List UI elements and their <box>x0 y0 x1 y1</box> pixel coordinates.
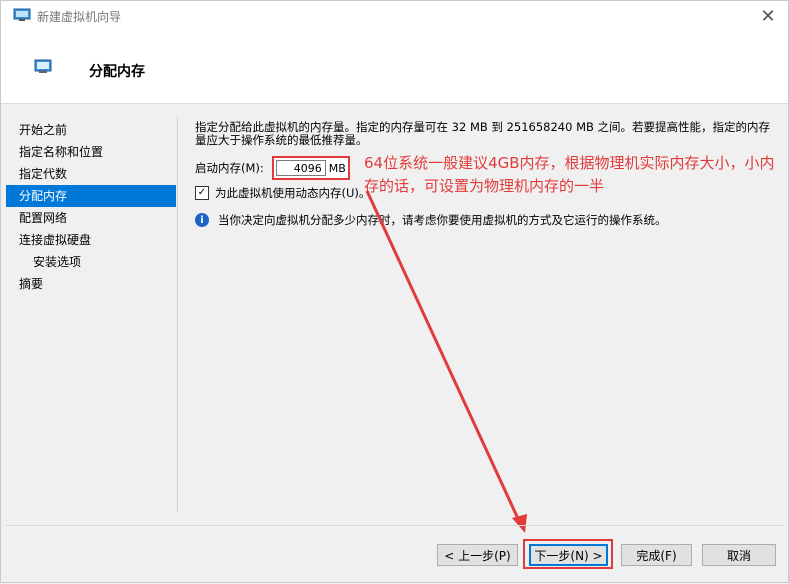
cancel-button[interactable]: 取消 <box>702 544 776 566</box>
footer-divider <box>6 525 784 526</box>
startup-memory-input[interactable] <box>275 160 326 176</box>
close-button[interactable]: ✕ <box>750 1 786 31</box>
previous-button[interactable]: < 上一步(P) <box>437 544 518 566</box>
memory-unit: MB <box>328 161 346 175</box>
close-icon: ✕ <box>760 5 776 27</box>
memory-page-icon <box>34 59 52 73</box>
nav-item-virtual-disk[interactable]: 连接虚拟硬盘 <box>6 229 176 251</box>
dynamic-memory-row: ✓ 为此虚拟机使用动态内存(U)。 <box>195 185 370 201</box>
virtual-machine-icon <box>13 8 31 21</box>
info-row: i 当你决定向虚拟机分配多少内存时，请考虑你要使用虚拟机的方式及它运行的操作系统… <box>195 212 667 228</box>
startup-memory-row: 启动内存(M): MB <box>195 156 350 180</box>
window-title: 新建虚拟机向导 <box>37 10 122 24</box>
nav-divider <box>177 117 178 513</box>
nav-item-install-options[interactable]: 安装选项 <box>6 251 176 273</box>
dynamic-memory-label[interactable]: 为此虚拟机使用动态内存(U)。 <box>215 185 370 201</box>
nav-item-summary[interactable]: 摘要 <box>6 273 176 295</box>
title-bar: 新建虚拟机向导 ✕ <box>1 1 788 31</box>
finish-button[interactable]: 完成(F) <box>621 544 692 566</box>
info-icon: i <box>195 213 209 227</box>
wizard-window: 新建虚拟机向导 ✕ 分配内存 开始之前 指定名称和位置 指定代数 分配内存 配置… <box>0 0 789 583</box>
nav-item-generation[interactable]: 指定代数 <box>6 163 176 185</box>
nav-item-name-location[interactable]: 指定名称和位置 <box>6 141 176 163</box>
nav-item-assign-memory[interactable]: 分配内存 <box>6 185 176 207</box>
memory-description: 指定分配给此虚拟机的内存量。指定的内存量可在 32 MB 到 251658240… <box>195 120 771 147</box>
memory-content: 指定分配给此虚拟机的内存量。指定的内存量可在 32 MB 到 251658240… <box>195 120 775 227</box>
page-title: 分配内存 <box>89 64 145 80</box>
startup-memory-highlight: MB <box>271 156 350 180</box>
wizard-steps-nav: 开始之前 指定名称和位置 指定代数 分配内存 配置网络 连接虚拟硬盘 安装选项 … <box>6 119 176 295</box>
nav-item-before-you-begin[interactable]: 开始之前 <box>6 119 176 141</box>
red-annotation-text: 64位系统一般建议4GB内存，根据物理机实际内存大小，小内存的话，可设置为物理机… <box>364 154 775 195</box>
checkmark-icon: ✓ <box>197 187 207 198</box>
dynamic-memory-checkbox[interactable]: ✓ <box>195 186 209 200</box>
info-text: 当你决定向虚拟机分配多少内存时，请考虑你要使用虚拟机的方式及它运行的操作系统。 <box>218 213 667 227</box>
nav-item-networking[interactable]: 配置网络 <box>6 207 176 229</box>
next-button[interactable]: 下一步(N) > <box>529 544 608 566</box>
startup-memory-label: 启动内存(M): <box>195 161 264 175</box>
wizard-header: 分配内存 <box>1 31 788 104</box>
